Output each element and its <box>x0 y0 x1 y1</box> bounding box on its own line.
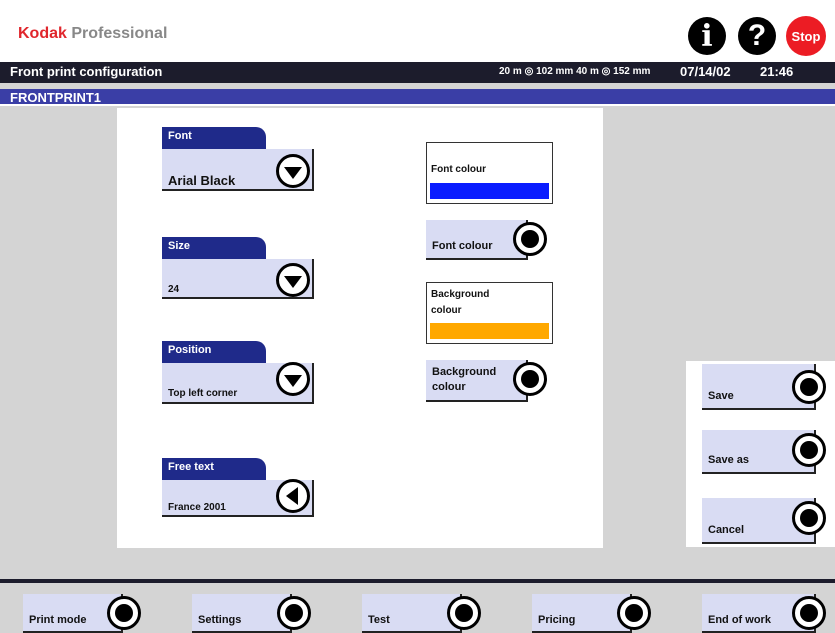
select-icon[interactable] <box>617 596 651 630</box>
font-value: Arial Black <box>168 173 236 188</box>
background-colour-button-label: Background colour <box>432 366 497 393</box>
screen-title: Front print configuration <box>10 64 163 79</box>
size-dropdown[interactable]: Size 24 <box>162 237 314 299</box>
cancel-label: Cancel <box>708 524 745 536</box>
position-dropdown[interactable]: Position Top left corner <box>162 341 314 404</box>
select-icon[interactable] <box>447 596 481 630</box>
settings-label: Settings <box>198 614 242 626</box>
pricing-label: Pricing <box>538 614 576 626</box>
date-display: 07/14/02 <box>680 64 731 79</box>
config-name: FRONTPRINT1 <box>10 90 101 105</box>
time-display: 21:46 <box>760 64 794 79</box>
background-colour-sample <box>430 323 549 339</box>
print-mode-label: Print mode <box>29 614 87 626</box>
position-value: Top left corner <box>168 388 238 399</box>
font-colour-swatch-label: Font colour <box>431 164 486 175</box>
size-label: Size <box>162 237 266 259</box>
save-as-label: Save as <box>708 454 749 466</box>
chevron-left-icon[interactable] <box>276 479 310 513</box>
help-icon[interactable]: ? <box>738 17 776 55</box>
chevron-down-icon[interactable] <box>276 263 310 297</box>
config-name-bar: FRONTPRINT1 <box>0 89 835 106</box>
save-label: Save <box>708 390 734 402</box>
font-colour-button-label: Font colour <box>432 240 493 252</box>
select-icon[interactable] <box>513 222 547 256</box>
app-header: Kodak Professional i ? Stop <box>0 0 835 62</box>
free-text-field[interactable]: Free text France 2001 <box>162 458 314 517</box>
select-icon[interactable] <box>792 433 826 467</box>
select-icon[interactable] <box>792 596 826 630</box>
media-info: 20 m ◎ 102 mm 40 m ◎ 152 mm <box>499 66 651 77</box>
background-colour-swatch-label: Background colour <box>431 289 490 316</box>
divider <box>0 579 835 583</box>
test-label: Test <box>368 614 390 626</box>
free-text-value: France 2001 <box>168 502 226 513</box>
select-icon[interactable] <box>107 596 141 630</box>
font-label: Font <box>162 127 266 149</box>
chevron-down-icon[interactable] <box>276 362 310 396</box>
position-label: Position <box>162 341 266 363</box>
select-icon[interactable] <box>513 362 547 396</box>
chevron-down-icon[interactable] <box>276 154 310 188</box>
kodak-logo: Kodak Professional <box>18 25 168 42</box>
font-colour-sample <box>430 183 549 199</box>
stop-button[interactable]: Stop <box>786 16 826 56</box>
background-colour-swatch: Background colour <box>426 282 553 344</box>
end-of-work-label: End of work <box>708 614 771 626</box>
info-icon[interactable]: i <box>688 17 726 55</box>
font-colour-swatch: Font colour <box>426 142 553 204</box>
size-value: 24 <box>168 284 180 295</box>
free-text-label: Free text <box>162 458 266 480</box>
font-dropdown[interactable]: Font Arial Black <box>162 127 314 191</box>
select-icon[interactable] <box>792 370 826 404</box>
select-icon[interactable] <box>277 596 311 630</box>
select-icon[interactable] <box>792 501 826 535</box>
title-bar: Front print configuration 20 m ◎ 102 mm … <box>0 62 835 83</box>
